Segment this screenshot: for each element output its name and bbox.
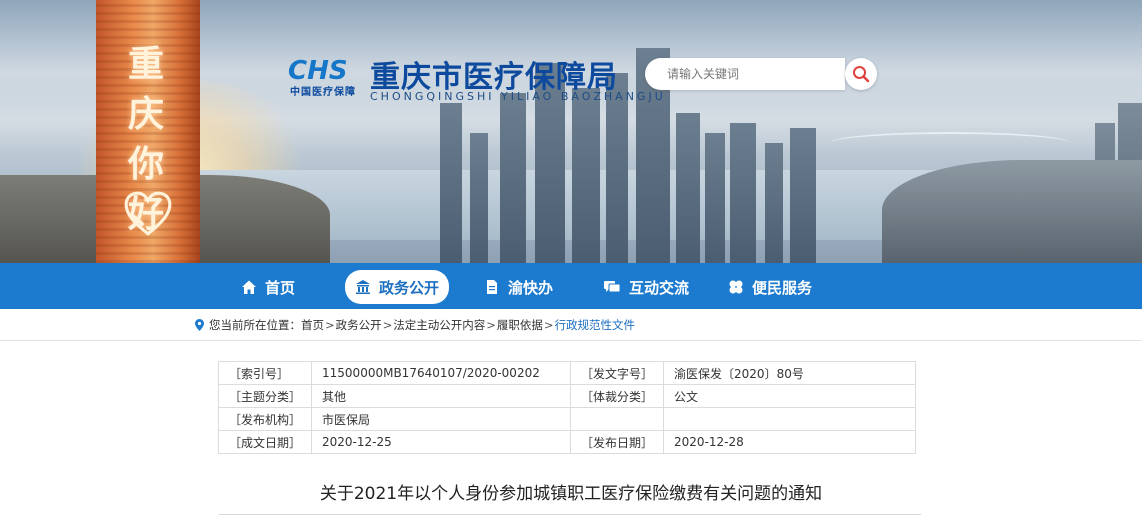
published-date-value: 2020-12-28 bbox=[663, 430, 917, 454]
location-pin-icon bbox=[195, 319, 204, 331]
main-nav: 首页 政务公开 渝快办 互动交流 便民服务 bbox=[0, 263, 1142, 309]
table-row: ［主题分类］ 其他 ［体裁分类］ 公文 bbox=[217, 384, 917, 408]
divider bbox=[0, 340, 1142, 341]
breadcrumb-normative-documents[interactable]: 行政规范性文件 bbox=[555, 317, 636, 333]
document-title: 关于2021年以个人身份参加城镇职工医疗保险缴费有关问题的通知 bbox=[319, 484, 823, 504]
clover-icon bbox=[729, 280, 743, 294]
topic-label: ［主题分类］ bbox=[217, 384, 313, 408]
document-icon bbox=[487, 280, 497, 294]
search-input[interactable] bbox=[645, 58, 845, 90]
empty-cell bbox=[570, 407, 665, 431]
nav-label: 便民服务 bbox=[752, 278, 813, 297]
breadcrumb-government-affairs[interactable]: 政务公开 bbox=[336, 317, 382, 333]
chs-logo-mark: CHS bbox=[288, 56, 348, 82]
doc-no-value: 渝医保发〔2020〕80号 bbox=[663, 361, 917, 385]
breadcrumb-statutory-disclosure[interactable]: 法定主动公开内容 bbox=[393, 317, 485, 333]
breadcrumb-separator: > bbox=[382, 318, 393, 332]
breadcrumb-separator: > bbox=[543, 318, 554, 332]
genre-value: 公文 bbox=[663, 384, 917, 408]
nav-item-yukuaiban[interactable]: 渝快办 bbox=[484, 271, 553, 303]
table-row: ［索引号］ 11500000MB17640107/2020-00202 ［发文字… bbox=[217, 361, 917, 385]
breadcrumb-prefix: 您当前所在位置： bbox=[209, 318, 301, 332]
chat-icon bbox=[604, 281, 621, 293]
empty-cell bbox=[663, 407, 917, 431]
doc-no-label: ［发文字号］ bbox=[570, 361, 665, 385]
nav-item-public-service[interactable]: 便民服务 bbox=[728, 271, 812, 303]
nav-label: 政务公开 bbox=[379, 278, 440, 297]
divider bbox=[219, 514, 921, 515]
search-icon bbox=[853, 66, 870, 83]
published-date-label: ［发布日期］ bbox=[570, 430, 665, 454]
site-pinyin: CHONGQINGSHI YILIAO BAOZHANGJU bbox=[370, 90, 666, 103]
index-no-value: 11500000MB17640107/2020-00202 bbox=[311, 361, 572, 385]
breadcrumb: 您当前所在位置： 首页 > 政务公开 > 法定主动公开内容 > 履职依据 > 行政规范性… bbox=[195, 317, 635, 333]
table-row: ［成文日期］ 2020-12-25 ［发布日期］ 2020-12-28 bbox=[217, 430, 917, 454]
breadcrumb-home[interactable]: 首页 bbox=[301, 317, 324, 333]
home-icon bbox=[242, 280, 256, 294]
nav-label: 互动交流 bbox=[629, 278, 690, 297]
bridge bbox=[830, 132, 1070, 154]
genre-label: ［体裁分类］ bbox=[570, 384, 665, 408]
nav-item-home[interactable]: 首页 bbox=[241, 271, 295, 303]
publisher-value: 市医保局 bbox=[311, 407, 572, 431]
search-button[interactable] bbox=[845, 58, 877, 90]
nav-label: 渝快办 bbox=[508, 278, 554, 297]
search-box bbox=[645, 58, 877, 90]
svg-text:CHS: CHS bbox=[288, 56, 348, 82]
header-banner: 重庆你好 CHS 中国医疗保障 重庆市医疗保障局 CHONGQINGSHI YI… bbox=[0, 0, 1142, 263]
nav-label: 首页 bbox=[265, 278, 296, 297]
nav-item-interaction[interactable]: 互动交流 bbox=[603, 271, 689, 303]
nav-item-government-affairs[interactable]: 政务公开 bbox=[345, 270, 450, 304]
breadcrumb-separator: > bbox=[325, 318, 335, 332]
created-date-value: 2020-12-25 bbox=[311, 430, 572, 454]
logo-subtitle: 中国医疗保障 bbox=[290, 87, 356, 98]
breadcrumb-separator: > bbox=[486, 318, 496, 332]
heart-icon bbox=[124, 191, 172, 236]
breadcrumb-duty-basis[interactable]: 履职依据 bbox=[497, 317, 543, 333]
publisher-label: ［发布机构］ bbox=[217, 407, 313, 431]
index-no-label: ［索引号］ bbox=[217, 361, 313, 385]
created-date-label: ［成文日期］ bbox=[217, 430, 313, 454]
table-row: ［发布机构］ 市医保局 bbox=[217, 407, 917, 431]
building-icon bbox=[356, 280, 370, 294]
topic-value: 其他 bbox=[311, 384, 572, 408]
document-info-table: ［索引号］ 11500000MB17640107/2020-00202 ［发文字… bbox=[217, 361, 917, 454]
